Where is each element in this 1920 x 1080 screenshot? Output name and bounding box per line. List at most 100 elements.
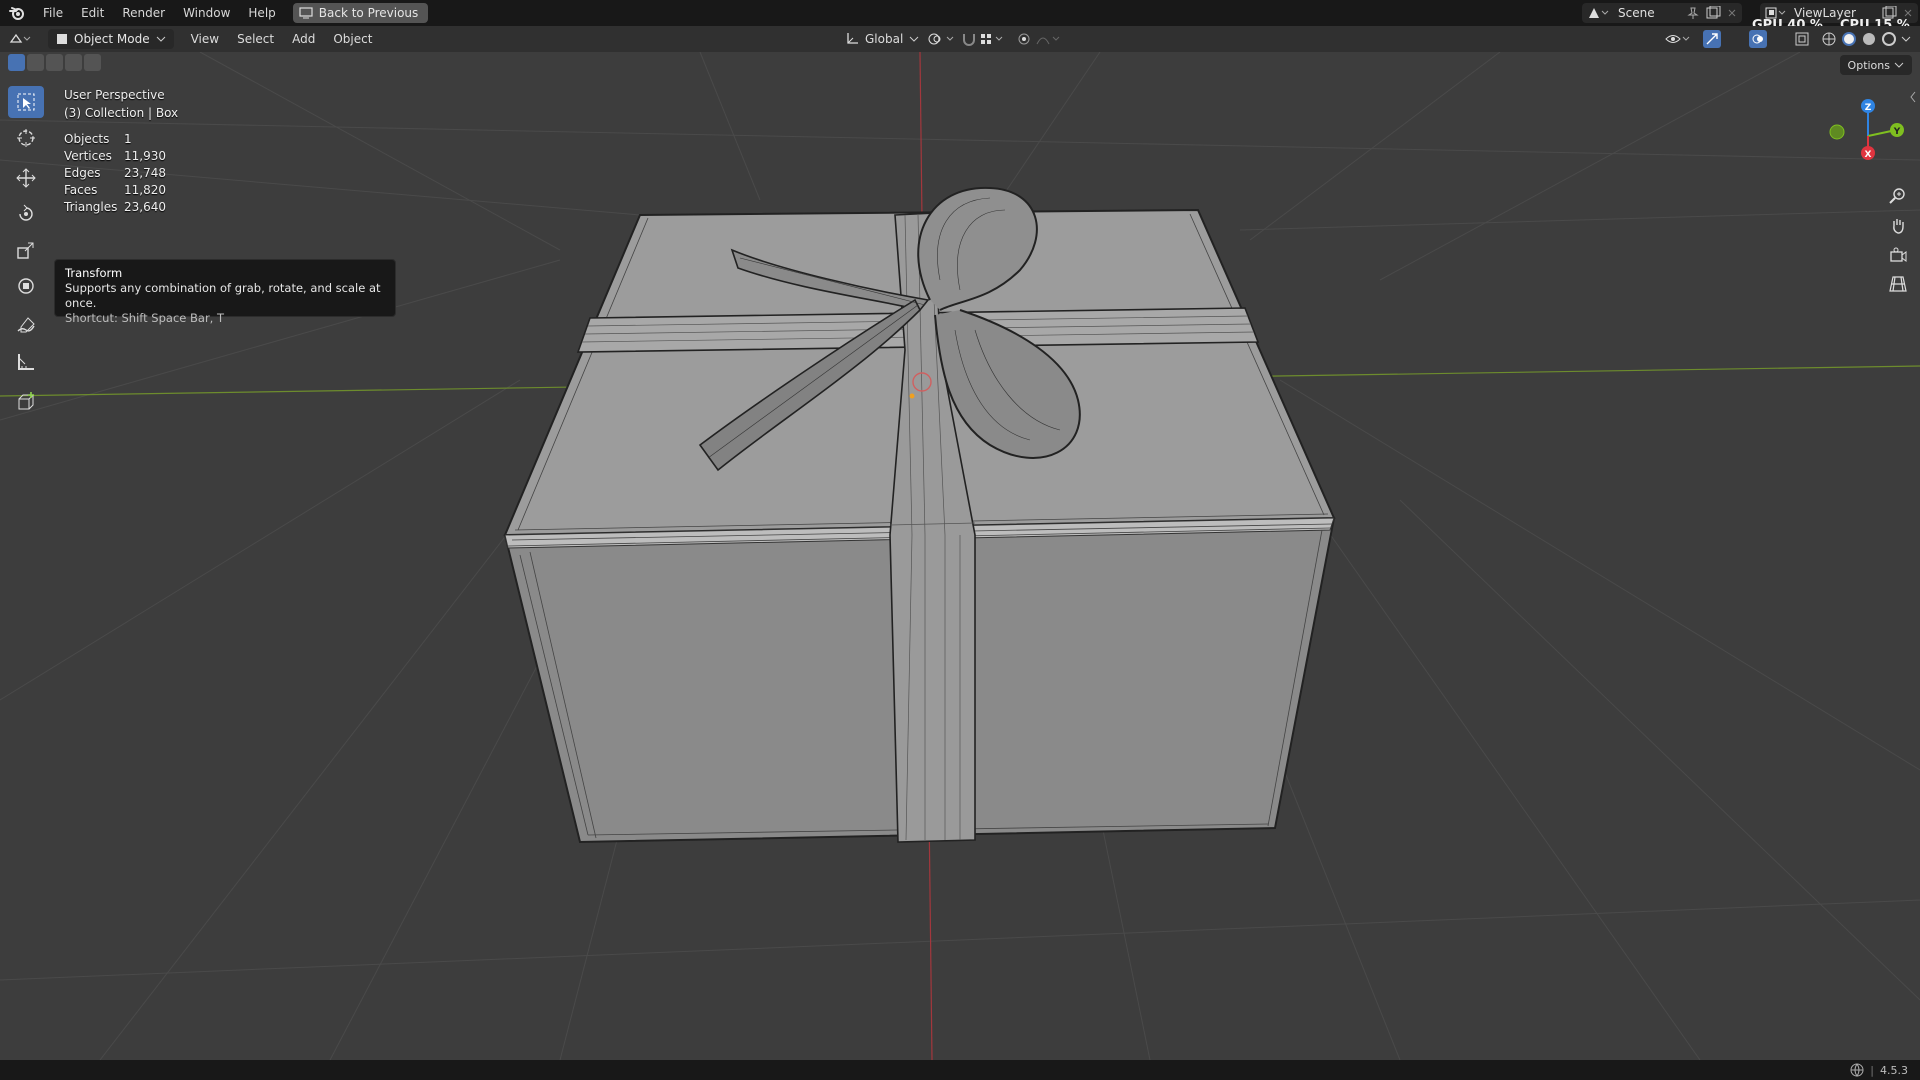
xray-icon — [1795, 32, 1809, 46]
add-cube-tool[interactable] — [8, 386, 44, 418]
stat-value: 1 — [124, 132, 132, 146]
solid-shading-icon[interactable] — [1841, 31, 1857, 47]
menu-edit[interactable]: Edit — [72, 0, 113, 26]
perspective-toggle-icon[interactable] — [1884, 270, 1912, 298]
blender-logo-icon[interactable] — [0, 0, 34, 26]
menu-add[interactable]: Add — [283, 29, 324, 49]
viewport-info: User Perspective (3) Collection | Box — [64, 86, 178, 122]
stat-label: Edges — [64, 166, 101, 180]
scale-tool[interactable] — [8, 234, 44, 266]
proportional-editing-toggle[interactable] — [1008, 29, 1072, 49]
z-axis-label: Z — [1865, 103, 1872, 113]
menu-window[interactable]: Window — [174, 0, 239, 26]
scene-statistics: Objects 1 Vertices 11,930 Edges 23,748 Face… — [64, 131, 166, 216]
select-new-icon[interactable] — [8, 54, 25, 71]
viewport-header: Object Mode View Select Add Object Globa… — [0, 26, 1920, 52]
scene-selector[interactable]: Scene — [1582, 3, 1742, 23]
overlays-icon — [1752, 34, 1763, 44]
select-intersect-icon[interactable] — [84, 54, 101, 71]
pencil-icon — [17, 317, 35, 333]
x-axis-label: X — [1865, 150, 1872, 160]
editor-type-selector[interactable] — [0, 29, 42, 49]
top-bar: File Edit Render Window Help Back to Pre… — [0, 0, 1920, 26]
transform-icon — [18, 278, 34, 294]
stat-value: 23,640 — [124, 200, 166, 214]
menu-file[interactable]: File — [34, 0, 72, 26]
gizmo-icon — [1706, 33, 1718, 45]
rendered-shading-icon[interactable] — [1881, 31, 1897, 47]
version-info: | 4.5.3 — [1850, 1063, 1908, 1077]
scene-name[interactable]: Scene — [1618, 6, 1686, 20]
pan-hand-icon[interactable] — [1884, 212, 1912, 240]
pin-icon[interactable] — [1686, 6, 1700, 20]
3d-viewport[interactable]: User Perspective (3) Collection | Box Ob… — [0, 52, 1920, 1060]
version-number: 4.5.3 — [1880, 1063, 1908, 1077]
options-label: Options — [1847, 58, 1890, 72]
status-bar: | 4.5.3 — [0, 1060, 1920, 1080]
cursor-select-icon — [17, 93, 35, 111]
orientation-label: Global — [865, 32, 904, 46]
proportional-edit-icon — [1018, 33, 1060, 45]
network-icon — [1850, 1063, 1864, 1077]
transform-orientation-dropdown[interactable]: Global — [836, 29, 928, 49]
menu-object[interactable]: Object — [324, 29, 381, 49]
stat-value: 11,930 — [124, 149, 166, 163]
add-cube-icon — [18, 392, 35, 410]
material-shading-icon[interactable] — [1861, 31, 1877, 47]
object-mode-icon — [57, 34, 67, 44]
orientation-axes-icon — [847, 33, 858, 44]
move-arrows-icon — [16, 168, 36, 188]
stat-label: Faces — [64, 183, 98, 197]
back-to-previous-button[interactable]: Back to Previous — [292, 3, 429, 23]
select-extend-icon[interactable] — [27, 54, 44, 71]
close-icon[interactable] — [1726, 7, 1738, 19]
sidebar-toggle-icon[interactable] — [1908, 90, 1918, 104]
annotate-tool[interactable] — [8, 310, 44, 342]
options-dropdown[interactable]: Options — [1839, 55, 1912, 75]
ruler-icon — [18, 354, 34, 370]
select-invert-icon[interactable] — [65, 54, 82, 71]
menu-render[interactable]: Render — [113, 0, 174, 26]
measure-tool[interactable] — [8, 346, 44, 378]
tooltip-shortcut: Shortcut: Shift Space Bar, T — [65, 311, 225, 325]
shading-modes[interactable] — [1812, 29, 1920, 49]
stat-label: Objects — [64, 132, 110, 146]
move-tool[interactable] — [8, 162, 44, 194]
object-mode-dropdown[interactable]: Object Mode — [48, 29, 174, 49]
active-collection-label: (3) Collection | Box — [64, 106, 179, 120]
tooltip-description: Supports any combination of grab, rotate… — [65, 281, 381, 310]
screen-icon — [299, 7, 313, 19]
cursor-tool[interactable] — [8, 122, 44, 154]
tooltip-title: Transform — [65, 266, 123, 280]
gift-box-mesh[interactable] — [503, 186, 1336, 844]
menu-select[interactable]: Select — [228, 29, 283, 49]
transform-tool[interactable] — [8, 270, 44, 302]
chevron-down-icon[interactable] — [1901, 35, 1911, 43]
viewport-canvas — [0, 52, 1920, 1060]
chevron-down-icon — [156, 36, 165, 42]
rotate-tool[interactable] — [8, 198, 44, 230]
y-axis-label: Y — [1893, 127, 1901, 137]
wireframe-shading-icon[interactable] — [1821, 31, 1837, 47]
stat-label: Vertices — [64, 149, 112, 163]
zoom-icon[interactable] — [1884, 182, 1912, 210]
navigation-gizmo[interactable]: Z Y X — [1824, 92, 1904, 172]
transform-tooltip: Transform Supports any combination of gr… — [54, 259, 396, 325]
eye-icon — [1665, 35, 1690, 43]
select-subtract-icon[interactable] — [46, 54, 63, 71]
gizmo-toggle[interactable] — [1694, 29, 1730, 49]
object-mode-label: Object Mode — [74, 32, 150, 46]
camera-view-icon[interactable] — [1884, 242, 1912, 270]
menu-help[interactable]: Help — [239, 0, 284, 26]
neg-y-axis-handle[interactable] — [1829, 124, 1845, 140]
stat-value: 11,820 — [124, 183, 166, 197]
3d-viewport-icon — [9, 33, 31, 43]
rotate-icon — [19, 204, 33, 221]
chevron-down-icon — [1894, 62, 1904, 68]
menu-view[interactable]: View — [182, 29, 228, 49]
scene-icon — [1589, 8, 1609, 18]
new-scene-icon[interactable] — [1704, 6, 1722, 20]
select-box-tool[interactable] — [8, 86, 44, 118]
view-perspective-label: User Perspective — [64, 88, 165, 102]
overlays-toggle[interactable] — [1740, 29, 1776, 49]
